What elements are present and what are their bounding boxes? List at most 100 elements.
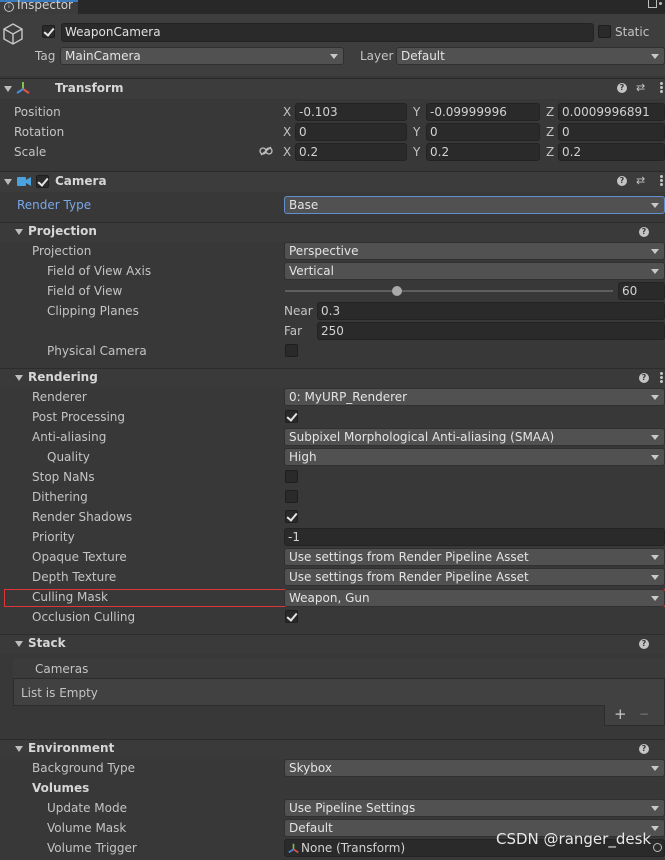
camera-enabled-checkbox[interactable] — [36, 175, 49, 188]
depth-texture-label: Depth Texture — [32, 570, 117, 584]
scale-z-field[interactable]: 0.2 — [558, 143, 665, 161]
stop-nans-checkbox[interactable] — [285, 470, 298, 483]
fold-arrow-icon[interactable] — [15, 229, 23, 235]
depth-texture-dropdown[interactable]: Use settings from Render Pipeline Asset — [284, 568, 665, 586]
tag-dropdown[interactable]: MainCamera — [60, 47, 344, 65]
kebab-menu-icon[interactable] — [660, 82, 663, 93]
fold-arrow-icon[interactable] — [4, 179, 12, 185]
culling-mask-dropdown[interactable]: Weapon, Gun — [284, 589, 665, 607]
chevron-down-icon — [651, 203, 659, 208]
rendering-section-title: Rendering — [28, 370, 98, 384]
projection-dropdown[interactable]: Perspective — [284, 242, 665, 260]
preset-icon[interactable]: ⇄ — [636, 175, 647, 186]
position-x-field[interactable]: -0.103 — [295, 103, 407, 121]
lock-icon[interactable] — [648, 0, 657, 8]
camera-title: Camera — [55, 174, 107, 188]
object-picker-icon[interactable] — [653, 843, 662, 852]
chevron-down-icon — [330, 54, 338, 59]
priority-label: Priority — [32, 530, 75, 544]
position-z-field[interactable]: 0.0009996891 — [558, 103, 665, 121]
fov-axis-dropdown[interactable]: Vertical — [284, 262, 665, 280]
rendering-section-header[interactable] — [0, 368, 665, 388]
post-processing-label: Post Processing — [32, 410, 125, 424]
near-field[interactable]: 0.3 — [317, 302, 665, 320]
scale-x-label[interactable]: X — [283, 144, 291, 160]
position-y-field[interactable]: -0.09999996 — [426, 103, 540, 121]
near-label: Near — [284, 304, 313, 318]
fold-arrow-icon[interactable] — [15, 641, 23, 647]
position-z-label[interactable]: Z — [546, 104, 554, 120]
object-name-field[interactable]: WeaponCamera — [61, 23, 594, 42]
fov-value-field[interactable]: 60 — [618, 282, 665, 300]
physical-camera-checkbox[interactable] — [285, 344, 298, 357]
help-icon[interactable]: ? — [639, 227, 649, 237]
help-icon[interactable]: ? — [639, 373, 649, 383]
volume-mask-value: Default — [289, 821, 333, 835]
post-processing-checkbox[interactable] — [285, 410, 298, 423]
renderer-dropdown[interactable]: 0: MyURP_Renderer — [284, 388, 665, 406]
update-mode-dropdown[interactable]: Use Pipeline Settings — [284, 799, 665, 817]
scale-label: Scale — [14, 145, 47, 159]
static-label: Static — [615, 25, 650, 39]
projection-section-header[interactable] — [0, 222, 665, 242]
help-icon[interactable]: ? — [617, 176, 627, 186]
volume-trigger-label: Volume Trigger — [47, 841, 137, 855]
menu-icon[interactable] — [659, 2, 662, 5]
tag-label: Tag — [35, 49, 56, 63]
stack-section-header[interactable] — [0, 634, 665, 654]
opaque-texture-dropdown[interactable]: Use settings from Render Pipeline Asset — [284, 548, 665, 566]
anti-aliasing-dropdown[interactable]: Subpixel Morphological Anti-aliasing (SM… — [284, 428, 665, 446]
rotation-y-field[interactable]: 0 — [426, 123, 540, 141]
chevron-down-icon — [651, 455, 659, 460]
watermark: CSDN @ranger_desk — [496, 830, 652, 848]
rotation-x-field[interactable]: 0 — [295, 123, 407, 141]
fov-label: Field of View — [47, 284, 123, 298]
far-field[interactable]: 250 — [317, 322, 665, 340]
kebab-menu-icon[interactable] — [660, 175, 663, 186]
renderer-label: Renderer — [32, 390, 87, 404]
occlusion-culling-checkbox[interactable] — [285, 610, 298, 623]
rotation-y-label[interactable]: Y — [413, 124, 420, 140]
opaque-texture-label: Opaque Texture — [32, 550, 127, 564]
render-shadows-checkbox[interactable] — [285, 510, 298, 523]
layer-dropdown[interactable]: Default — [396, 47, 665, 65]
help-icon[interactable]: ? — [639, 744, 649, 754]
scale-y-label[interactable]: Y — [413, 144, 420, 160]
rotation-z-field[interactable]: 0 — [558, 123, 665, 141]
kebab-menu-icon[interactable] — [660, 372, 663, 383]
remove-camera-button[interactable]: − — [639, 706, 649, 722]
fold-arrow-icon[interactable] — [15, 375, 23, 381]
priority-field[interactable]: -1 — [284, 528, 665, 546]
rotation-z-label[interactable]: Z — [546, 124, 554, 140]
fov-axis-label: Field of View Axis — [47, 264, 152, 278]
add-camera-button[interactable]: + — [614, 706, 627, 722]
fold-arrow-icon[interactable] — [15, 746, 23, 752]
tag-value: MainCamera — [65, 49, 141, 63]
scale-y-field[interactable]: 0.2 — [426, 143, 540, 161]
scale-x-field[interactable]: 0.2 — [295, 143, 407, 161]
help-icon[interactable]: ? — [639, 639, 649, 649]
dithering-label: Dithering — [32, 490, 88, 504]
preset-icon[interactable]: ⇄ — [636, 82, 647, 93]
rotation-label: Rotation — [14, 125, 65, 139]
tab-inspector[interactable]: i Inspector — [0, 0, 78, 14]
active-checkbox[interactable] — [42, 25, 55, 38]
position-y-label[interactable]: Y — [413, 104, 420, 120]
position-x-label[interactable]: X — [283, 104, 291, 120]
chevron-down-icon — [651, 596, 659, 601]
fov-slider-thumb[interactable] — [391, 286, 402, 296]
fov-slider-track[interactable] — [285, 290, 613, 292]
background-type-dropdown[interactable]: Skybox — [284, 759, 665, 777]
dithering-checkbox[interactable] — [285, 490, 298, 503]
tab-title: Inspector — [17, 0, 73, 12]
quality-dropdown[interactable]: High — [284, 448, 665, 466]
rotation-x-label[interactable]: X — [283, 124, 291, 140]
scale-z-label[interactable]: Z — [546, 144, 554, 160]
culling-mask-label: Culling Mask — [32, 590, 108, 604]
render-type-dropdown[interactable]: Base — [284, 196, 665, 214]
constrain-proportions-icon[interactable] — [259, 146, 273, 156]
static-checkbox[interactable] — [598, 25, 611, 38]
occlusion-culling-label: Occlusion Culling — [32, 610, 136, 624]
help-icon[interactable]: ? — [617, 83, 627, 93]
fold-arrow-icon[interactable] — [4, 86, 12, 92]
